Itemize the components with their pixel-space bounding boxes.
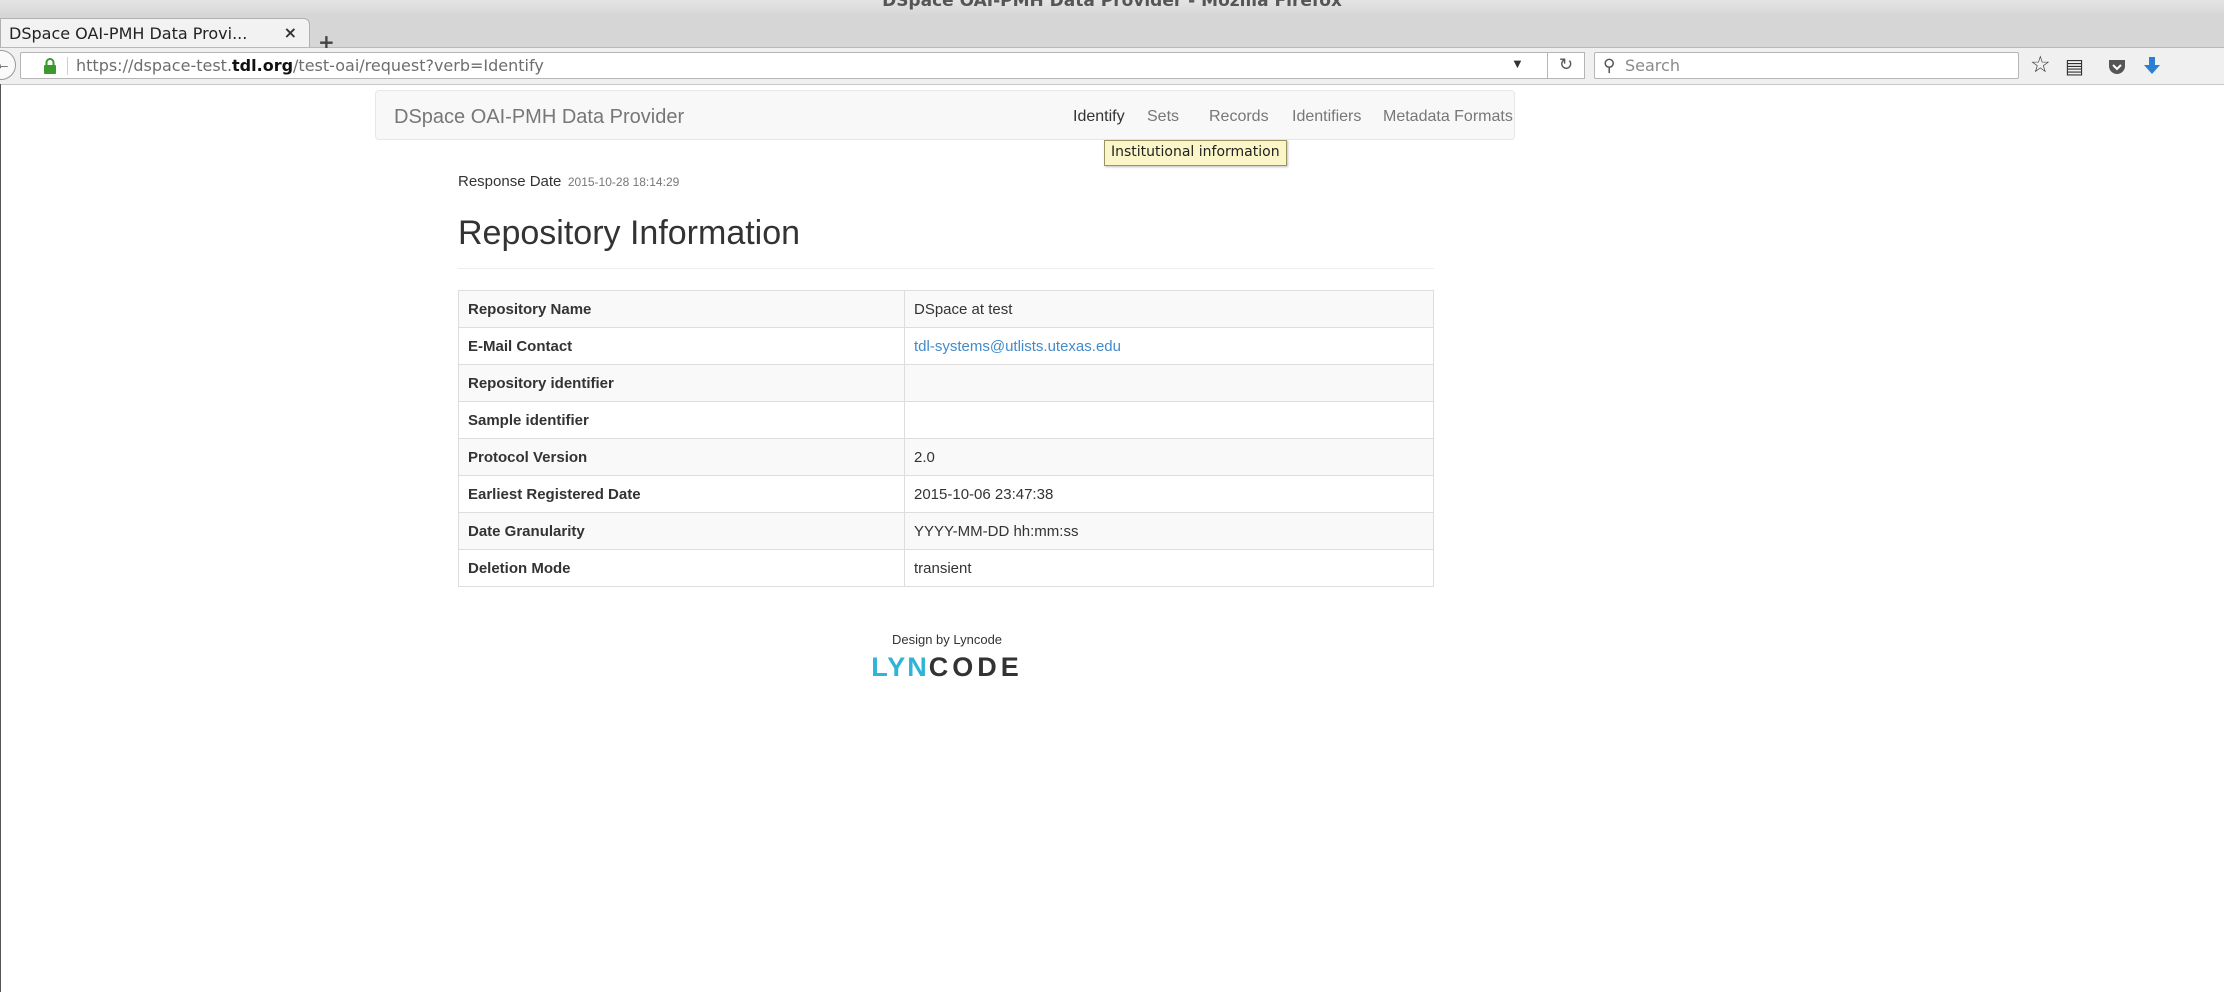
table-row: Deletion Mode transient bbox=[458, 549, 1434, 587]
brand-title[interactable]: DSpace OAI-PMH Data Provider bbox=[394, 106, 684, 129]
row-key: Earliest Registered Date bbox=[458, 475, 905, 513]
row-key: Sample identifier bbox=[458, 401, 905, 439]
row-value: 2015-10-06 23:47:38 bbox=[904, 475, 1434, 513]
table-row: Repository Name DSpace at test bbox=[458, 290, 1434, 328]
reading-list-icon[interactable]: ▤ bbox=[2065, 54, 2084, 78]
response-date-value: 2015-10-28 18:14:29 bbox=[567, 175, 680, 189]
row-key: E-Mail Contact bbox=[458, 327, 905, 365]
email-link[interactable]: tdl-systems@utlists.utexas.edu bbox=[914, 338, 1121, 355]
tab-title: DSpace OAI-PMH Data Provi... bbox=[9, 24, 248, 43]
response-date-line: Response Date 2015-10-28 18:14:29 bbox=[458, 173, 679, 191]
download-icon[interactable] bbox=[2144, 57, 2160, 75]
site-navbar: DSpace OAI-PMH Data Provider Identify Se… bbox=[375, 90, 1515, 140]
page-title: Repository Information bbox=[458, 214, 801, 252]
logo-right: CODE bbox=[928, 652, 1023, 682]
url-dropdown-icon[interactable]: ▼ bbox=[1511, 56, 1524, 71]
row-value bbox=[904, 364, 1434, 402]
table-row: Protocol Version 2.0 bbox=[458, 438, 1434, 476]
pocket-icon[interactable] bbox=[2108, 59, 2126, 75]
lyncode-logo[interactable]: LYNCODE bbox=[0, 652, 1894, 683]
nav-identify[interactable]: Identify bbox=[1073, 108, 1125, 126]
row-value bbox=[904, 401, 1434, 439]
table-row: Sample identifier bbox=[458, 401, 1434, 439]
tab-close-icon[interactable]: × bbox=[284, 23, 297, 42]
table-row: Earliest Registered Date 2015-10-06 23:4… bbox=[458, 475, 1434, 513]
bookmark-star-icon[interactable]: ☆ bbox=[2030, 53, 2051, 77]
logo-left: LYN bbox=[871, 652, 929, 682]
nav-metadata-formats[interactable]: Metadata Formats bbox=[1383, 108, 1513, 126]
window-titlebar: DSpace OAI-PMH Data Provider - Mozilla F… bbox=[0, 0, 2224, 14]
row-value: YYYY-MM-DD hh:mm:ss bbox=[904, 512, 1434, 550]
tooltip: Institutional information bbox=[1104, 140, 1287, 166]
row-key: Deletion Mode bbox=[458, 549, 905, 587]
reload-icon[interactable]: ↻ bbox=[1547, 52, 1585, 79]
url-bar[interactable]: https://dspace-test.tdl.org/test-oai/req… bbox=[20, 52, 1550, 79]
row-value: DSpace at test bbox=[904, 290, 1434, 328]
table-row: Repository identifier bbox=[458, 364, 1434, 402]
nav-identifiers[interactable]: Identifiers bbox=[1292, 108, 1361, 126]
row-key: Date Granularity bbox=[458, 512, 905, 550]
table-row: E-Mail Contact tdl-systems@utlists.utexa… bbox=[458, 327, 1434, 365]
row-key: Repository Name bbox=[458, 290, 905, 328]
row-key: Repository identifier bbox=[458, 364, 905, 402]
repository-info-table: Repository Name DSpace at test E-Mail Co… bbox=[458, 290, 1434, 587]
nav-records[interactable]: Records bbox=[1209, 108, 1269, 126]
window-title: DSpace OAI-PMH Data Provider - Mozilla F… bbox=[882, 0, 1342, 11]
url-text[interactable]: https://dspace-test.tdl.org/test-oai/req… bbox=[76, 56, 544, 75]
search-placeholder: Search bbox=[1625, 56, 1680, 75]
lock-icon bbox=[44, 58, 56, 74]
search-bar[interactable]: ⚲ Search bbox=[1594, 52, 2019, 79]
row-value: 2.0 bbox=[904, 438, 1434, 476]
navigation-toolbar: ← https://dspace-test.tdl.org/test-oai/r… bbox=[0, 48, 2224, 85]
nav-sets[interactable]: Sets bbox=[1147, 108, 1179, 126]
browser-tab[interactable]: DSpace OAI-PMH Data Provi... × bbox=[0, 18, 310, 47]
row-key: Protocol Version bbox=[458, 438, 905, 476]
design-credit: Design by Lyncode bbox=[891, 632, 1003, 647]
divider bbox=[458, 268, 1434, 269]
row-value: tdl-systems@utlists.utexas.edu bbox=[904, 327, 1434, 365]
table-row: Date Granularity YYYY-MM-DD hh:mm:ss bbox=[458, 512, 1434, 550]
window-border bbox=[0, 84, 1, 992]
back-arrow-icon[interactable]: ← bbox=[0, 50, 16, 80]
search-icon: ⚲ bbox=[1603, 56, 1616, 75]
row-value: transient bbox=[904, 549, 1434, 587]
response-date-label: Response Date bbox=[458, 173, 562, 190]
tab-strip: DSpace OAI-PMH Data Provi... × + bbox=[0, 14, 2224, 52]
url-separator bbox=[67, 57, 68, 75]
